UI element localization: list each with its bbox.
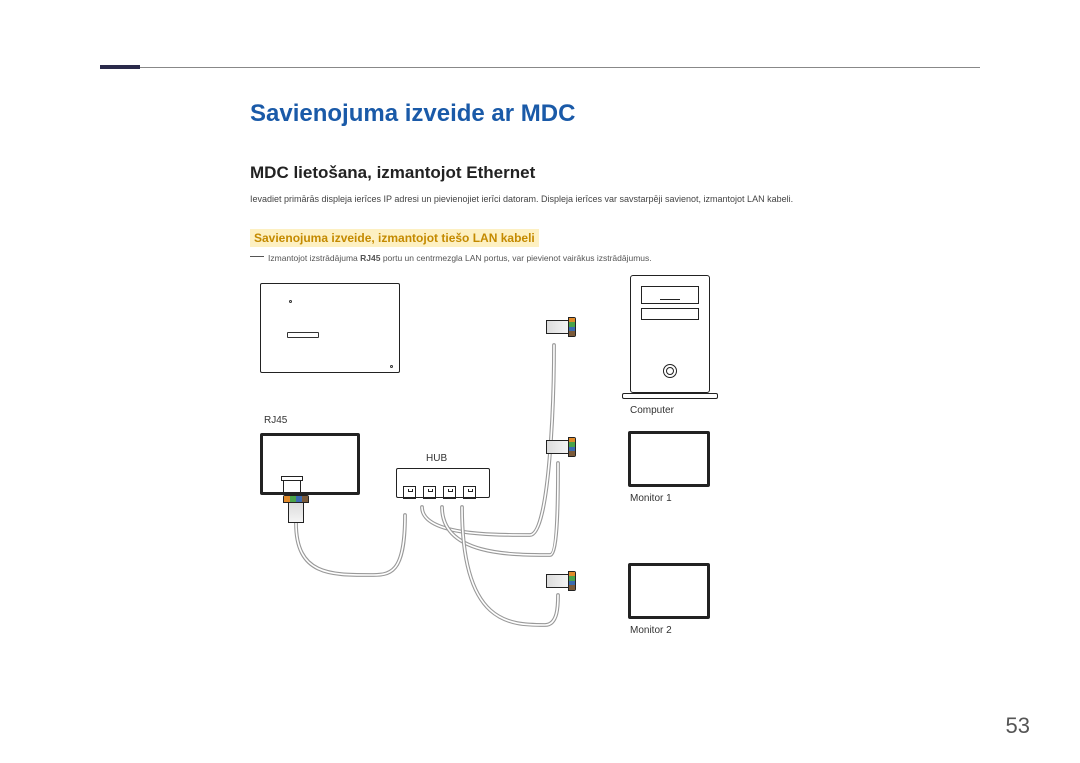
- ethernet-plug-icon: [546, 437, 576, 457]
- display-back-icon: [260, 433, 360, 495]
- ethernet-plug-icon: [546, 571, 576, 591]
- rj45-label: RJ45: [264, 415, 287, 426]
- note-dash-icon: [250, 256, 264, 257]
- display-front-icon: [260, 283, 400, 373]
- header-rule-accent: [100, 65, 140, 69]
- page-title: Savienojuma izveide ar MDC: [250, 100, 980, 128]
- rj45-port-icon: [281, 476, 303, 496]
- note-bold: RJ45: [360, 253, 380, 263]
- computer-icon: [630, 275, 710, 393]
- header-rule: [100, 67, 980, 68]
- section-body: Ievadiet primārās displeja ierīces IP ad…: [250, 193, 980, 207]
- sub-heading: Savienojuma izveide, izmantojot tiešo LA…: [250, 229, 539, 247]
- ethernet-plug-icon: [283, 495, 309, 523]
- computer-label: Computer: [630, 405, 674, 416]
- hub-icon: [396, 468, 490, 498]
- monitor2-label: Monitor 2: [630, 625, 672, 636]
- monitor1-label: Monitor 1: [630, 493, 672, 504]
- computer-base-icon: [622, 393, 718, 399]
- connection-diagram: RJ45 HUB: [250, 275, 810, 695]
- section-subtitle: MDC lietošana, izmantojot Ethernet: [250, 163, 980, 183]
- note-suffix: portu un centrmezgla LAN portus, var pie…: [380, 253, 651, 263]
- hub-label: HUB: [426, 453, 447, 464]
- note-prefix: Izmantojot izstrādājuma: [268, 253, 360, 263]
- page-number: 53: [1006, 713, 1030, 739]
- monitor-icon: [628, 563, 710, 619]
- note-text: Izmantojot izstrādājuma RJ45 portu un ce…: [250, 253, 980, 263]
- monitor-icon: [628, 431, 710, 487]
- ethernet-plug-icon: [546, 317, 576, 337]
